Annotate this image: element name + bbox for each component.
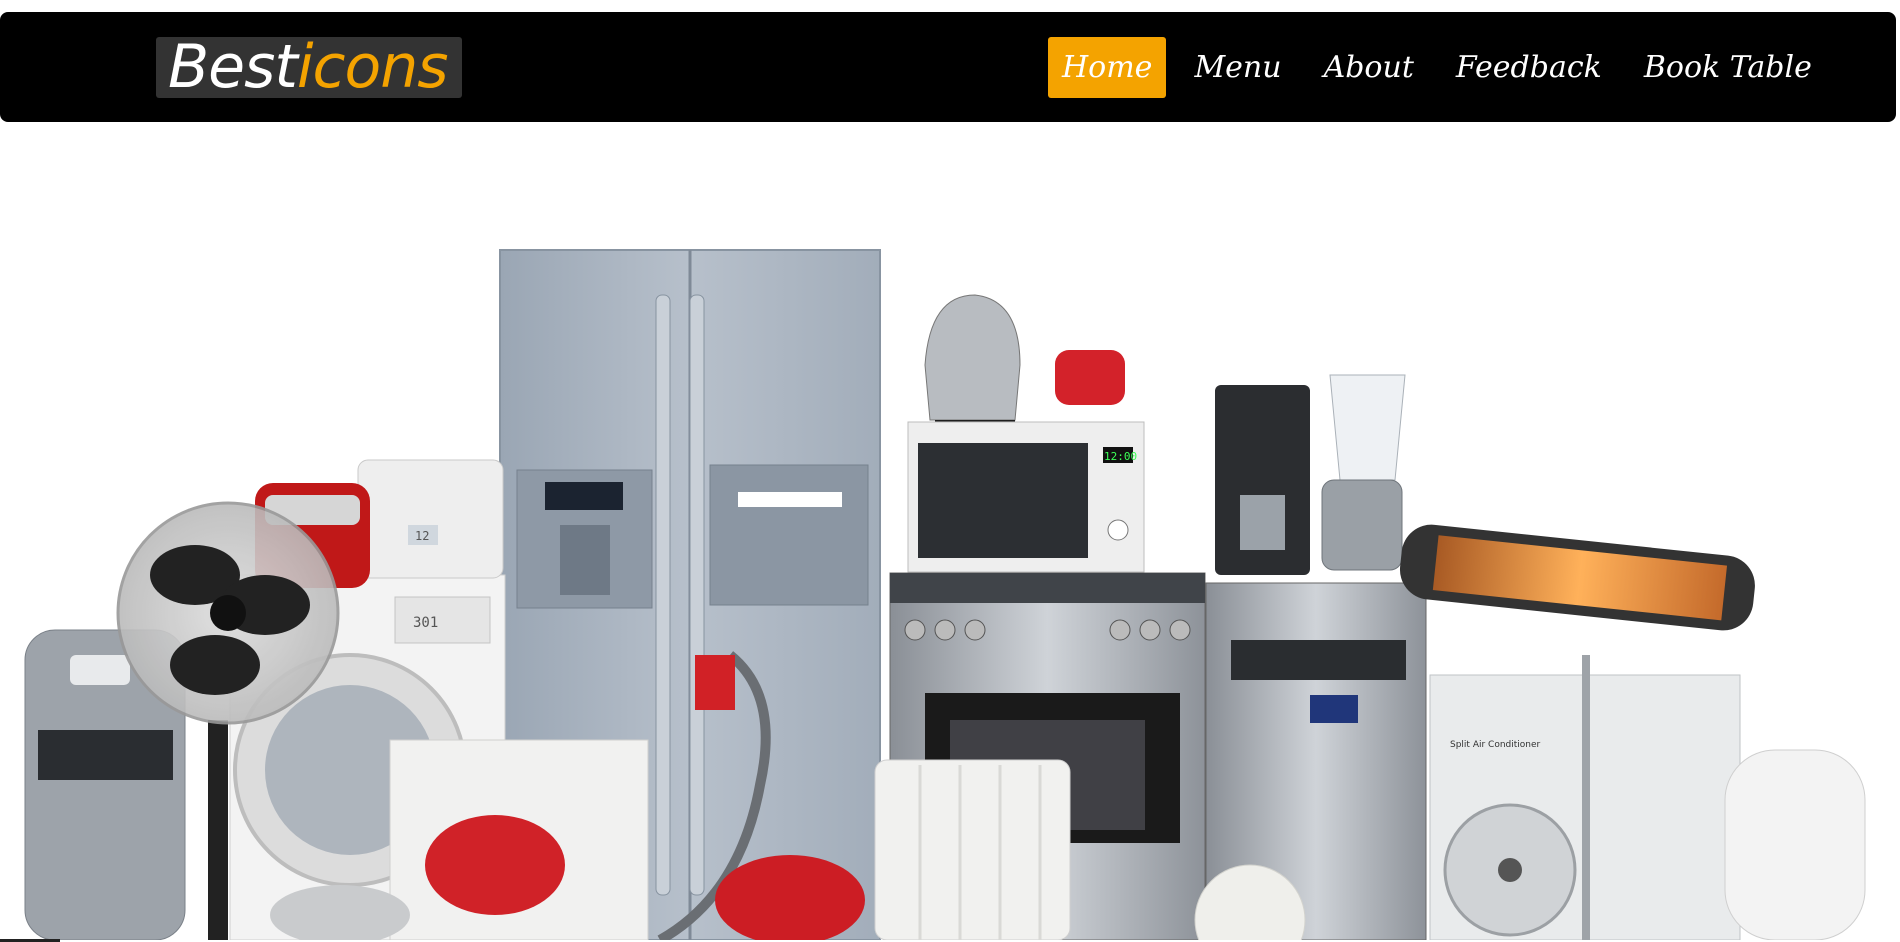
blender (1321, 374, 1406, 571)
ac-label: Split Air Conditioner (1450, 740, 1541, 750)
kettle (924, 294, 1021, 432)
hand-mixer (1055, 350, 1125, 405)
site-logo[interactable]: Besticons (156, 37, 462, 98)
logo-text-primary: Best (168, 37, 298, 98)
nav-item-menu[interactable]: Menu (1180, 37, 1295, 98)
microwave-display: 12:00 (1104, 450, 1137, 463)
nav-item-feedback[interactable]: Feedback (1442, 37, 1616, 98)
navbar: Besticons Home Menu About Feedback Book … (0, 12, 1896, 122)
nav-item-about[interactable]: About (1310, 37, 1428, 98)
logo-text-accent: icons (296, 37, 449, 98)
oil-radiator (874, 759, 1071, 940)
nav-item-book-table[interactable]: Book Table (1630, 37, 1826, 98)
washer-display: 301 (413, 615, 438, 631)
water-heater (1724, 749, 1866, 940)
coffee-maker (1215, 385, 1310, 575)
microwave: 12:00 (907, 421, 1145, 573)
nav-menu: Home Menu About Feedback Book Table (1048, 37, 1840, 98)
hero-appliances-image: 301 12 12:00 Split Air Conditioner (0, 135, 1896, 940)
nav-item-home[interactable]: Home (1048, 37, 1167, 98)
dehydrator-display: 12 (415, 529, 429, 543)
food-dehydrator: 12 (357, 459, 504, 579)
